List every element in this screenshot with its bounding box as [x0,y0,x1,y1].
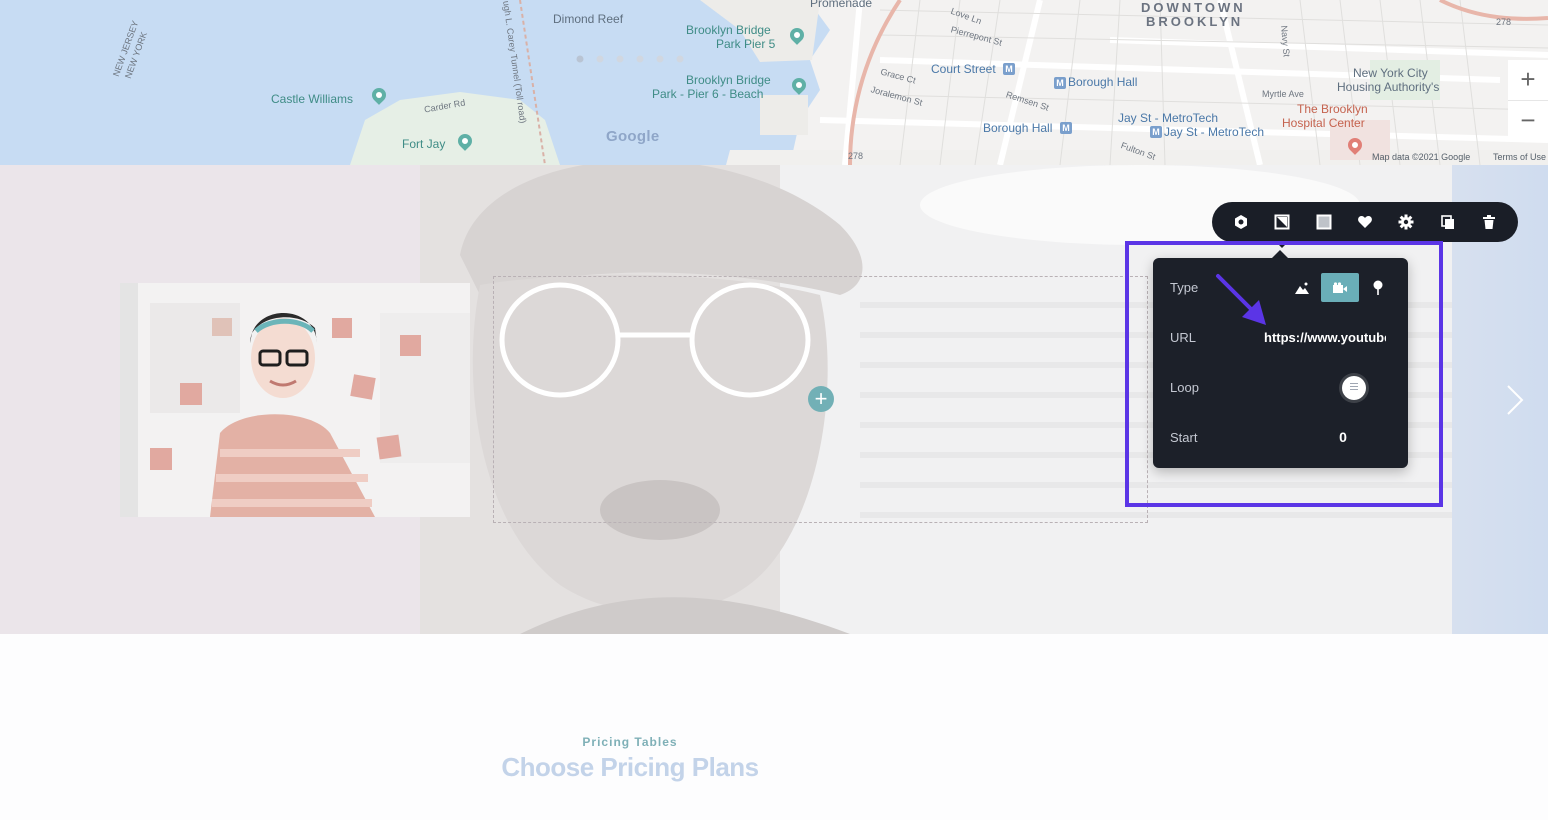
loop-row: Loop [1153,373,1408,403]
map-label-dimond-reef: Dimond Reef [553,12,624,26]
map-zoom-in-button[interactable]: + [1508,60,1548,100]
map-label-promenade: Promenade [810,0,873,10]
type-row: Type [1153,273,1408,303]
map-label-hospital-2: Hospital Center [1282,116,1365,130]
map-label-myrtle-ave: Myrtle Ave [1262,89,1304,99]
map-label-castle-williams: Castle Williams [271,92,354,106]
map-background [350,0,1548,165]
map-label-downtown: DOWNTOWN [1141,0,1246,15]
map-label-fort-jay: Fort Jay [402,137,446,151]
metro-icon: M [1150,126,1162,138]
background-icon[interactable] [1270,210,1294,234]
map-label-navy-st: Navy St [1279,25,1292,58]
loop-toggle[interactable] [1342,376,1366,400]
map-label-bb-pier6-2: Park - Pier 6 - Beach [652,87,764,101]
woman-photo [120,283,470,517]
map-label-borough-hall: Borough Hall [1068,75,1138,89]
map-attribution: Map data ©2021 Google [1372,152,1471,162]
pricing-eyebrow: Pricing Tables [582,735,678,749]
url-row: URL https://www.youtube [1153,323,1408,353]
map-label-brooklyn: BROOKLYN [1146,14,1244,29]
type-label: Type [1170,280,1199,295]
square-icon[interactable] [1312,210,1336,234]
metro-icon: M [1054,77,1066,89]
map-label-bb-pier5-1: Brooklyn Bridge [686,23,771,37]
duplicate-icon[interactable] [1436,210,1460,234]
start-label: Start [1170,430,1198,445]
hexagon-icon[interactable] [1229,210,1253,234]
background-settings-popover: Type URL https://www.youtube Loop Start … [1153,258,1408,468]
type-options [1283,273,1397,302]
annotation-arrow-icon [1216,274,1266,325]
map-label-bb-pier6-1: Brooklyn Bridge [686,73,771,87]
metro-icon: M [1060,122,1072,134]
start-row: Start 0 [1153,423,1408,453]
map-label-nyc-housing-1: New York City [1353,66,1428,80]
add-element-button[interactable]: + [808,386,834,412]
map-pin-icon [1373,280,1383,295]
heart-icon[interactable] [1353,210,1377,234]
start-input[interactable]: 0 [1333,429,1353,445]
mountain-icon [1295,282,1309,294]
url-input[interactable]: https://www.youtube [1264,330,1386,345]
map-type-button[interactable] [1359,273,1397,302]
map-label-bb-pier5-2: Park Pier 5 [716,37,776,51]
image-type-button[interactable] [1283,273,1321,302]
map-label-route-278: 278 [1496,17,1512,27]
video-type-button[interactable] [1321,273,1359,302]
video-camera-icon [1333,281,1347,293]
metro-icon: M [1003,63,1015,75]
map-label-nyc-housing-2: Housing Authority's [1337,80,1440,94]
image-element[interactable] [120,283,470,517]
pricing-section: Pricing Tables Choose Pricing Plans [0,634,1548,820]
map-label-borough-hall-2: Borough Hall [983,121,1053,135]
map-embed[interactable]: Dimond Reef Promenade Brooklyn Bridge Pa… [0,0,1548,165]
element-toolbar [1212,202,1518,242]
slider-next-arrow-icon[interactable] [1500,380,1528,420]
url-label: URL [1170,330,1197,345]
map-label-jay-st-1: Jay St - MetroTech [1118,111,1219,125]
map-zoom-out-button[interactable]: − [1508,100,1548,140]
map-label-route-278-b: 278 [848,151,864,161]
map-label-court-street: Court Street [931,62,996,76]
loop-label: Loop [1170,380,1199,395]
pricing-title: Choose Pricing Plans [501,752,759,782]
popover-caret [1272,250,1288,258]
page: Dimond Reef Promenade Brooklyn Bridge Pa… [0,0,1548,820]
map-label-hospital-1: The Brooklyn [1297,102,1368,116]
gear-icon[interactable] [1394,210,1418,234]
trash-icon[interactable] [1477,210,1501,234]
google-logo: Google [606,128,660,145]
map-label-jay-st-2: Jay St - MetroTech [1164,125,1265,139]
map-terms-link[interactable]: Terms of Use [1493,151,1546,164]
